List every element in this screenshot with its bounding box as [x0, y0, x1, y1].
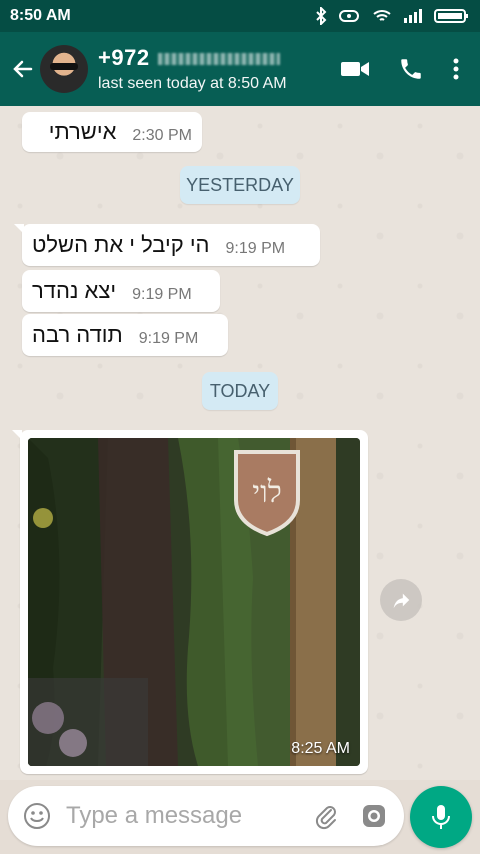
contact-phone: +972	[98, 45, 150, 70]
signal-icon	[404, 9, 422, 23]
forward-button[interactable]	[380, 579, 422, 621]
chat-area[interactable]: אישרתי 2:30 PM YESTERDAY הי קיבל י את הש…	[0, 106, 480, 780]
date-chip: YESTERDAY	[180, 166, 300, 204]
contact-name: +972	[98, 45, 340, 71]
chat-header: +972 last seen today at 8:50 AM	[0, 32, 480, 106]
status-bar: 8:50 AM	[0, 0, 480, 32]
message-time: 2:30 PM	[132, 127, 192, 144]
camera-icon[interactable]	[360, 802, 388, 830]
message-text: יצא נהדר	[32, 278, 117, 303]
arrow-left-icon	[13, 60, 33, 78]
forward-icon	[393, 593, 410, 609]
bluetooth-icon	[316, 7, 327, 25]
wifi-icon	[373, 10, 391, 21]
image-time: 8:25 AM	[291, 740, 350, 757]
message-bubble[interactable]: אישרתי 2:30 PM	[22, 112, 202, 152]
message-composer	[8, 786, 404, 846]
last-seen: last seen today at 8:50 AM	[98, 75, 287, 92]
message-time: 9:19 PM	[138, 330, 199, 347]
date-chip: TODAY	[202, 372, 278, 410]
sign-text: לוי	[252, 476, 282, 509]
status-icons	[314, 7, 470, 25]
message-image[interactable]: לוי 8:25 AM	[28, 438, 360, 766]
message-time: 9:19 PM	[132, 286, 192, 303]
message-text: תודה רבה	[32, 322, 123, 347]
message-text: אישרתי	[48, 119, 117, 144]
voice-call-icon[interactable]	[398, 56, 424, 82]
back-button[interactable]	[6, 49, 40, 89]
battery-icon	[434, 9, 468, 23]
message-bubble[interactable]: יצא נהדר 9:19 PM	[22, 270, 220, 312]
message-input[interactable]	[64, 801, 278, 831]
message-time: 9:19 PM	[225, 240, 286, 257]
mic-button[interactable]	[410, 786, 472, 848]
microphone-icon	[432, 805, 450, 829]
message-text: הי קיבל י את השלט	[32, 232, 210, 257]
message-bubble[interactable]: הי קיבל י את השלט 9:19 PM	[14, 224, 320, 266]
status-time: 8:50 AM	[10, 7, 71, 24]
garden-sign-image: לוי	[28, 438, 360, 766]
emoji-icon[interactable]	[22, 801, 52, 831]
contact-info[interactable]: +972 last seen today at 8:50 AM	[98, 45, 340, 93]
message-bubble[interactable]: תודה רבה 9:19 PM	[22, 314, 228, 356]
attach-icon[interactable]	[312, 802, 340, 830]
image-message[interactable]: לוי 8:25 AM	[12, 430, 368, 774]
more-options-icon[interactable]	[452, 57, 460, 81]
battery-saver-icon	[339, 10, 359, 22]
video-call-icon[interactable]	[340, 59, 370, 79]
blurred-number	[157, 53, 280, 66]
avatar[interactable]	[40, 45, 88, 93]
